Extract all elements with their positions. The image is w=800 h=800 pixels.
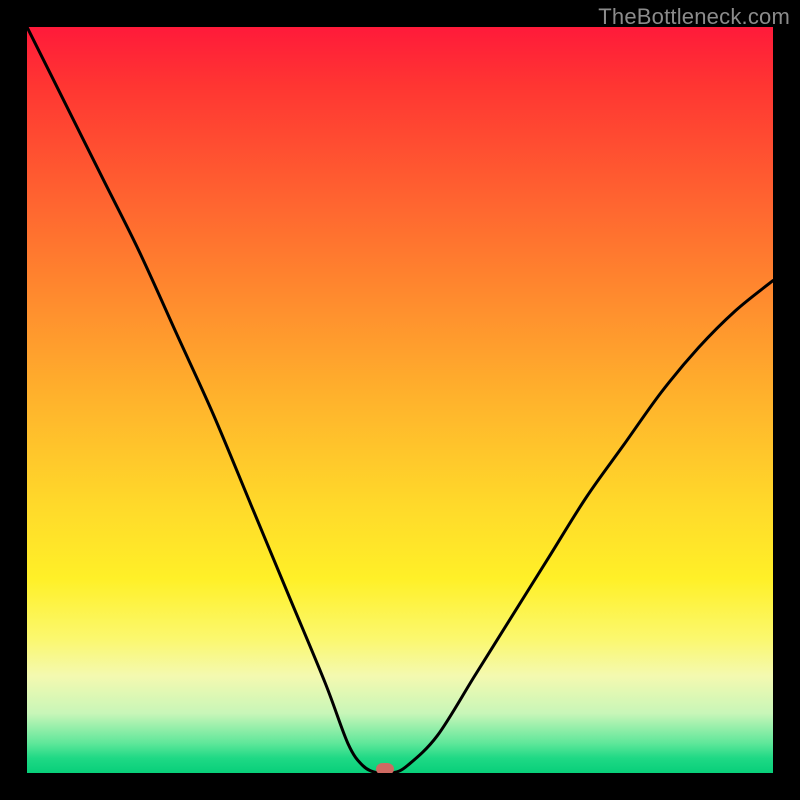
- chart-frame: TheBottleneck.com: [0, 0, 800, 800]
- watermark-text: TheBottleneck.com: [598, 4, 790, 30]
- chart-plot-area: [27, 27, 773, 773]
- bottleneck-curve-line: [27, 27, 773, 773]
- minimum-marker: [376, 763, 394, 773]
- chart-curve-svg: [27, 27, 773, 773]
